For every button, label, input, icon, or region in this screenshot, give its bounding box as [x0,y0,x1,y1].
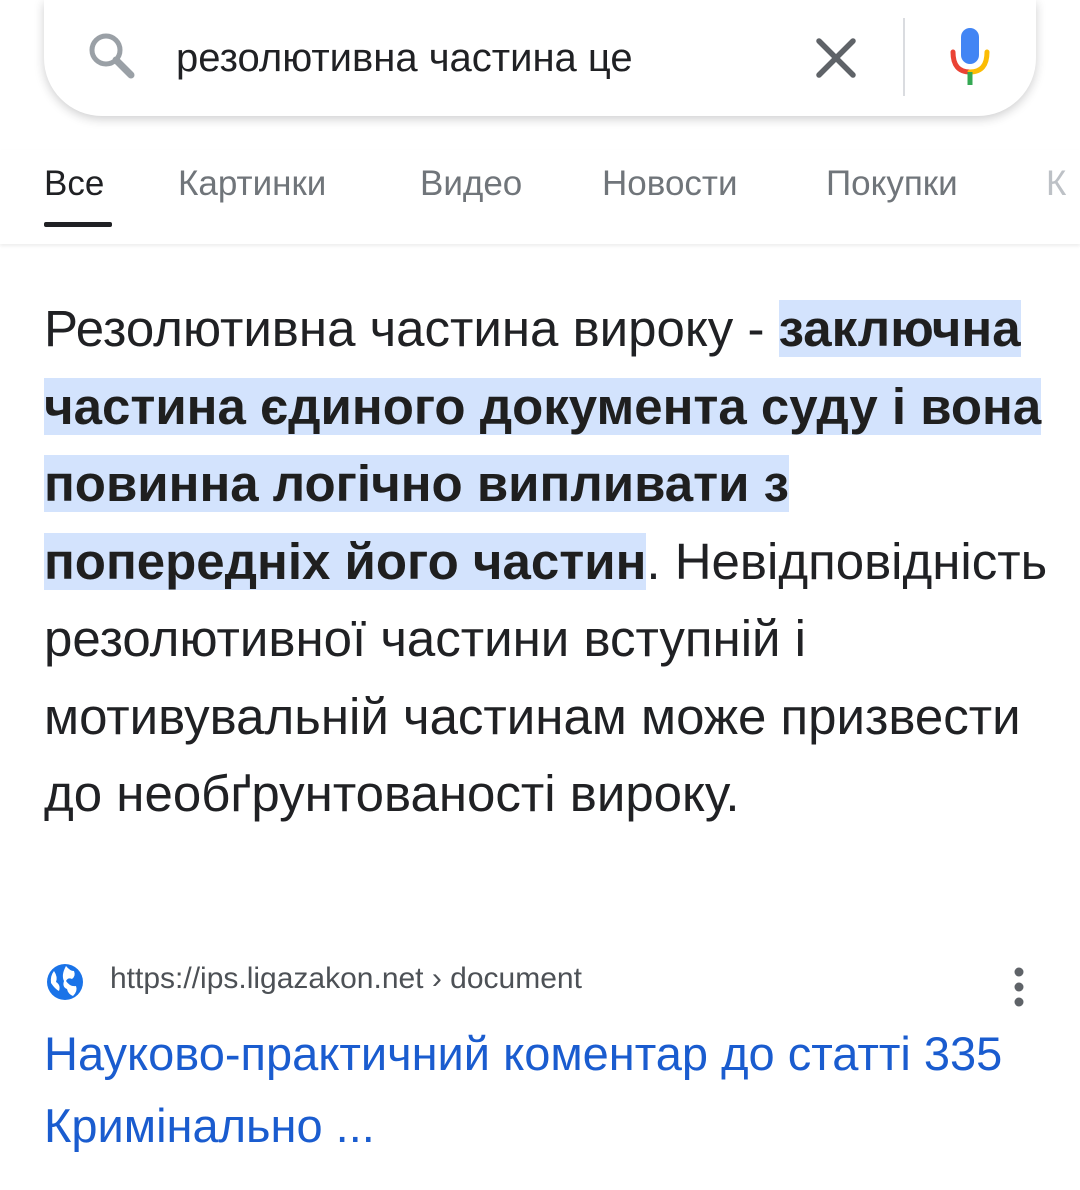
search-bar [44,0,1036,116]
search-tabs: Все Картинки Видео Новости Покупки К [0,150,1080,244]
more-vert-icon[interactable] [1004,965,1034,1009]
result-title-link[interactable]: Науково-практичний коментар до статті 33… [44,1018,1034,1162]
tab-images[interactable]: Картинки [178,164,326,204]
tab-videos[interactable]: Видео [420,164,522,204]
microphone-icon[interactable] [944,24,996,90]
tab-news[interactable]: Новости [602,164,738,204]
globe-icon [47,964,83,1000]
tab-shopping[interactable]: Покупки [826,164,958,204]
close-icon[interactable] [810,32,862,84]
snippet-intro: Резолютивна частина вироку - [44,300,779,357]
result-url[interactable]: https://ips.ligazakon.net › document [110,962,582,996]
search-input[interactable] [176,30,776,86]
featured-snippet: Резолютивна частина вироку - заключна ча… [44,290,1054,833]
tab-all[interactable]: Все [44,164,104,204]
search-divider [903,18,905,96]
active-tab-indicator [44,222,112,227]
tab-more[interactable]: К [1046,164,1066,204]
result-source: https://ips.ligazakon.net › document [44,957,1044,1007]
search-icon[interactable] [84,28,140,84]
